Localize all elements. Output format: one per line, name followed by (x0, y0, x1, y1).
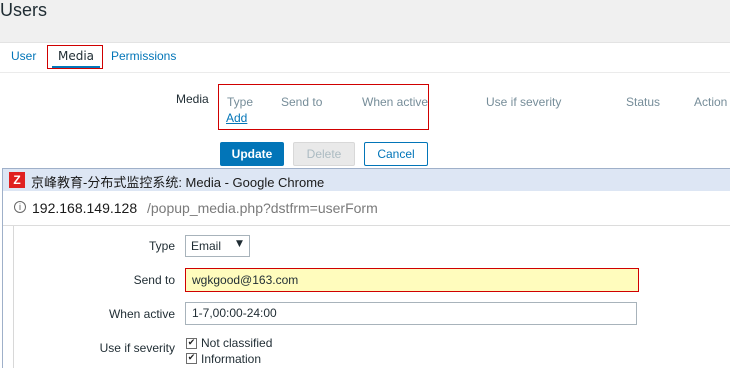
chevron-down-icon: ▼ (236, 239, 243, 249)
severity-information-label: Information (201, 352, 262, 366)
media-highlight-box (218, 84, 429, 130)
checkbox-not-classified[interactable]: ✔ (186, 338, 197, 349)
page-header (0, 0, 730, 43)
page-title: Users (0, 0, 48, 20)
when-active-input[interactable]: 1-7,00:00-24:00 (185, 302, 637, 325)
send-to-label: Send to (133, 273, 175, 287)
cancel-button[interactable]: Cancel (364, 142, 428, 166)
url-path[interactable]: /popup_media.php?dstfrm=userForm (147, 200, 378, 216)
media-column-action: Action (694, 95, 728, 109)
update-button[interactable]: Update (220, 142, 284, 166)
tab-media-highlight-box (47, 45, 103, 69)
popup-side-edge (3, 226, 14, 368)
send-to-input[interactable]: wgkgood@163.com (185, 268, 639, 292)
delete-button: Delete (293, 142, 355, 166)
popup-window-title: 京峰教育-分布式监控系统: Media - Google Chrome (31, 175, 325, 190)
media-column-use-if-severity: Use if severity (486, 95, 562, 109)
tab-user[interactable]: User (11, 49, 36, 63)
type-label: Type (148, 239, 175, 253)
checkbox-information[interactable]: ✔ (186, 353, 197, 364)
tabs-divider (0, 72, 730, 73)
media-column-status: Status (626, 95, 661, 109)
media-label: Media (176, 92, 209, 106)
url-host[interactable]: 192.168.149.128 (32, 200, 137, 216)
type-select-value: Email (191, 239, 222, 253)
info-icon[interactable]: i (14, 201, 26, 213)
when-active-label: When active (108, 307, 175, 321)
zabbix-app-icon: Z (9, 172, 25, 188)
severity-not-classified-label: Not classified (201, 336, 273, 350)
tab-permissions[interactable]: Permissions (111, 49, 176, 63)
add-media-link[interactable]: Add (226, 111, 247, 125)
use-if-severity-label: Use if severity (99, 341, 175, 355)
